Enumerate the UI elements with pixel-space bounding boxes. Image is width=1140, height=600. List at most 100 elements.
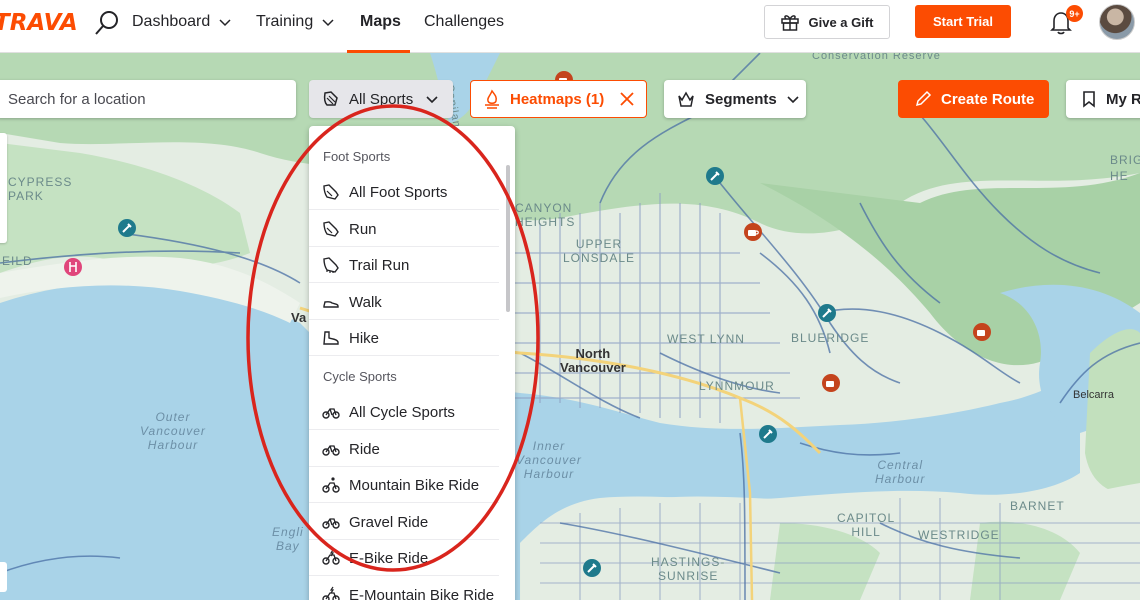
sport-label: All Foot Sports xyxy=(349,183,448,201)
sport-ride[interactable]: Ride xyxy=(309,431,499,467)
sport-label: E-Bike Ride xyxy=(349,549,429,567)
chevron-down-icon xyxy=(322,19,334,27)
sport-label: E-Mountain Bike Ride xyxy=(349,586,495,600)
create-route-button[interactable]: Create Route xyxy=(898,80,1049,118)
nav-challenges[interactable]: Challenges xyxy=(424,13,504,31)
trail-shoe-icon xyxy=(323,257,339,273)
restaurant-pin-icon[interactable] xyxy=(63,257,83,277)
my-routes-label: My R xyxy=(1106,90,1140,108)
sport-all-foot-sports[interactable]: All Foot Sports xyxy=(309,174,499,210)
label-belcarra: Belcarra xyxy=(1073,389,1114,401)
sport-run[interactable]: Run xyxy=(309,211,499,247)
sports-dropdown-menu: Foot Sports All Foot Sports Run Trail Ru… xyxy=(309,126,515,600)
sport-label: Run xyxy=(349,220,377,238)
map-canvas[interactable]: CYPRESS PARK EILD CANYON HEIGHTS UPPER L… xyxy=(0,53,1140,600)
label-english-bay: Engli Bay xyxy=(272,525,304,553)
notification-badge: 9+ xyxy=(1066,5,1083,22)
heatmaps-button[interactable]: Heatmaps (1) xyxy=(470,80,647,118)
label-brig: BRIG xyxy=(1110,153,1140,167)
sport-e-mountain-bike-ride[interactable]: E-Mountain Bike Ride xyxy=(309,577,499,600)
shoe-icon xyxy=(323,184,339,200)
sport-trail-run[interactable]: Trail Run xyxy=(309,247,499,283)
location-search[interactable] xyxy=(0,80,296,118)
mountain-bike-icon xyxy=(322,477,340,493)
segments-label: Segments xyxy=(705,90,777,108)
sport-gravel-ride[interactable]: Gravel Ride xyxy=(309,504,499,540)
active-tab-indicator xyxy=(347,50,410,53)
shoe-icon xyxy=(323,221,339,237)
sport-e-bike-ride[interactable]: E-Bike Ride xyxy=(309,540,499,576)
nav-maps-label: Maps xyxy=(360,13,401,30)
nav-maps[interactable]: Maps xyxy=(360,13,401,31)
nav-challenges-label: Challenges xyxy=(424,13,505,30)
chevron-down-icon xyxy=(787,96,799,104)
group-foot-sports: Foot Sports xyxy=(323,149,391,164)
all-sports-label: All Sports xyxy=(349,90,414,108)
nav-dashboard[interactable]: Dashboard xyxy=(132,13,232,31)
wrench-pin-icon[interactable] xyxy=(758,424,778,444)
dropdown-scrollbar[interactable] xyxy=(506,165,510,312)
label-north-vancouver: North Vancouver xyxy=(560,346,626,375)
map-control[interactable] xyxy=(0,562,7,592)
wrench-pin-icon[interactable] xyxy=(705,166,725,186)
heatmap-flame-icon xyxy=(485,89,499,109)
bike-icon xyxy=(322,408,340,419)
hike-boot-icon xyxy=(323,331,339,345)
label-westridge: WESTRIDGE xyxy=(918,528,1000,542)
side-panel-toggle[interactable] xyxy=(0,133,7,243)
sport-label: All Cycle Sports xyxy=(349,403,455,421)
search-icon[interactable] xyxy=(93,9,121,37)
nav-training[interactable]: Training xyxy=(256,13,335,31)
label-blueridge: BLUERIDGE xyxy=(791,331,870,345)
strava-logo[interactable]: TRAVA xyxy=(0,10,78,36)
start-trial-button[interactable]: Start Trial xyxy=(915,5,1011,38)
sport-walk[interactable]: Walk xyxy=(309,284,499,320)
sport-label: Mountain Bike Ride xyxy=(349,476,480,494)
e-bike-icon xyxy=(322,549,340,565)
sport-label: Gravel Ride xyxy=(349,513,429,531)
give-gift-label: Give a Gift xyxy=(808,14,874,30)
label-upper-lonsdale: UPPER LONSDALE xyxy=(563,237,636,265)
label-inner-harbour: Inner Vancouver Harbour xyxy=(516,439,582,481)
sport-all-cycle-sports[interactable]: All Cycle Sports xyxy=(309,394,499,430)
wrench-pin-icon[interactable] xyxy=(117,218,137,238)
label-lynnmour: LYNNMOUR xyxy=(699,379,775,393)
cafe-pin-icon[interactable] xyxy=(972,322,992,342)
segments-dropdown[interactable]: Segments xyxy=(664,80,806,118)
give-gift-button[interactable]: Give a Gift xyxy=(764,5,890,39)
label-hastings-sunrise: HASTINGS- SUNRISE xyxy=(651,555,726,583)
gift-icon xyxy=(781,15,800,31)
label-canyon-heights: CANYON HEIGHTS xyxy=(515,201,576,229)
label-barnet: BARNET xyxy=(1010,499,1065,513)
label-central-harbour: Central Harbour xyxy=(875,458,926,486)
top-nav: TRAVA Dashboard Training Maps Challenges… xyxy=(0,0,1140,53)
sport-label: Walk xyxy=(349,293,382,311)
sport-label: Ride xyxy=(349,440,380,458)
sport-label: Trail Run xyxy=(349,256,410,274)
avatar[interactable] xyxy=(1099,4,1135,40)
my-routes-button[interactable]: My R xyxy=(1066,80,1140,118)
label-capitol-hill: CAPITOL HILL xyxy=(837,511,896,539)
label-west-lynn: WEST LYNN xyxy=(667,332,745,346)
wrench-pin-icon[interactable] xyxy=(817,303,837,323)
location-search-input[interactable] xyxy=(8,90,278,108)
walk-shoe-icon xyxy=(323,301,339,308)
nav-training-label: Training xyxy=(256,13,314,30)
label-eild: EILD xyxy=(2,254,33,268)
close-icon[interactable] xyxy=(618,90,636,108)
all-sports-dropdown[interactable]: All Sports xyxy=(309,80,453,118)
map-background xyxy=(0,53,1140,600)
wrench-pin-icon[interactable] xyxy=(582,558,602,578)
sport-hike[interactable]: Hike xyxy=(309,320,499,356)
sport-mountain-bike-ride[interactable]: Mountain Bike Ride xyxy=(309,467,499,503)
label-vancouver: Va xyxy=(291,310,307,325)
group-cycle-sports: Cycle Sports xyxy=(323,369,397,384)
label-cypress-park: CYPRESS PARK xyxy=(8,175,73,203)
chevron-down-icon xyxy=(219,19,231,27)
chevron-down-icon xyxy=(426,96,438,104)
nav-dashboard-label: Dashboard xyxy=(132,13,211,30)
segments-trophy-icon xyxy=(678,91,694,107)
cafe-pin-icon[interactable] xyxy=(821,373,841,393)
bike-icon xyxy=(322,445,340,456)
cafe-pin-icon[interactable] xyxy=(743,222,763,242)
